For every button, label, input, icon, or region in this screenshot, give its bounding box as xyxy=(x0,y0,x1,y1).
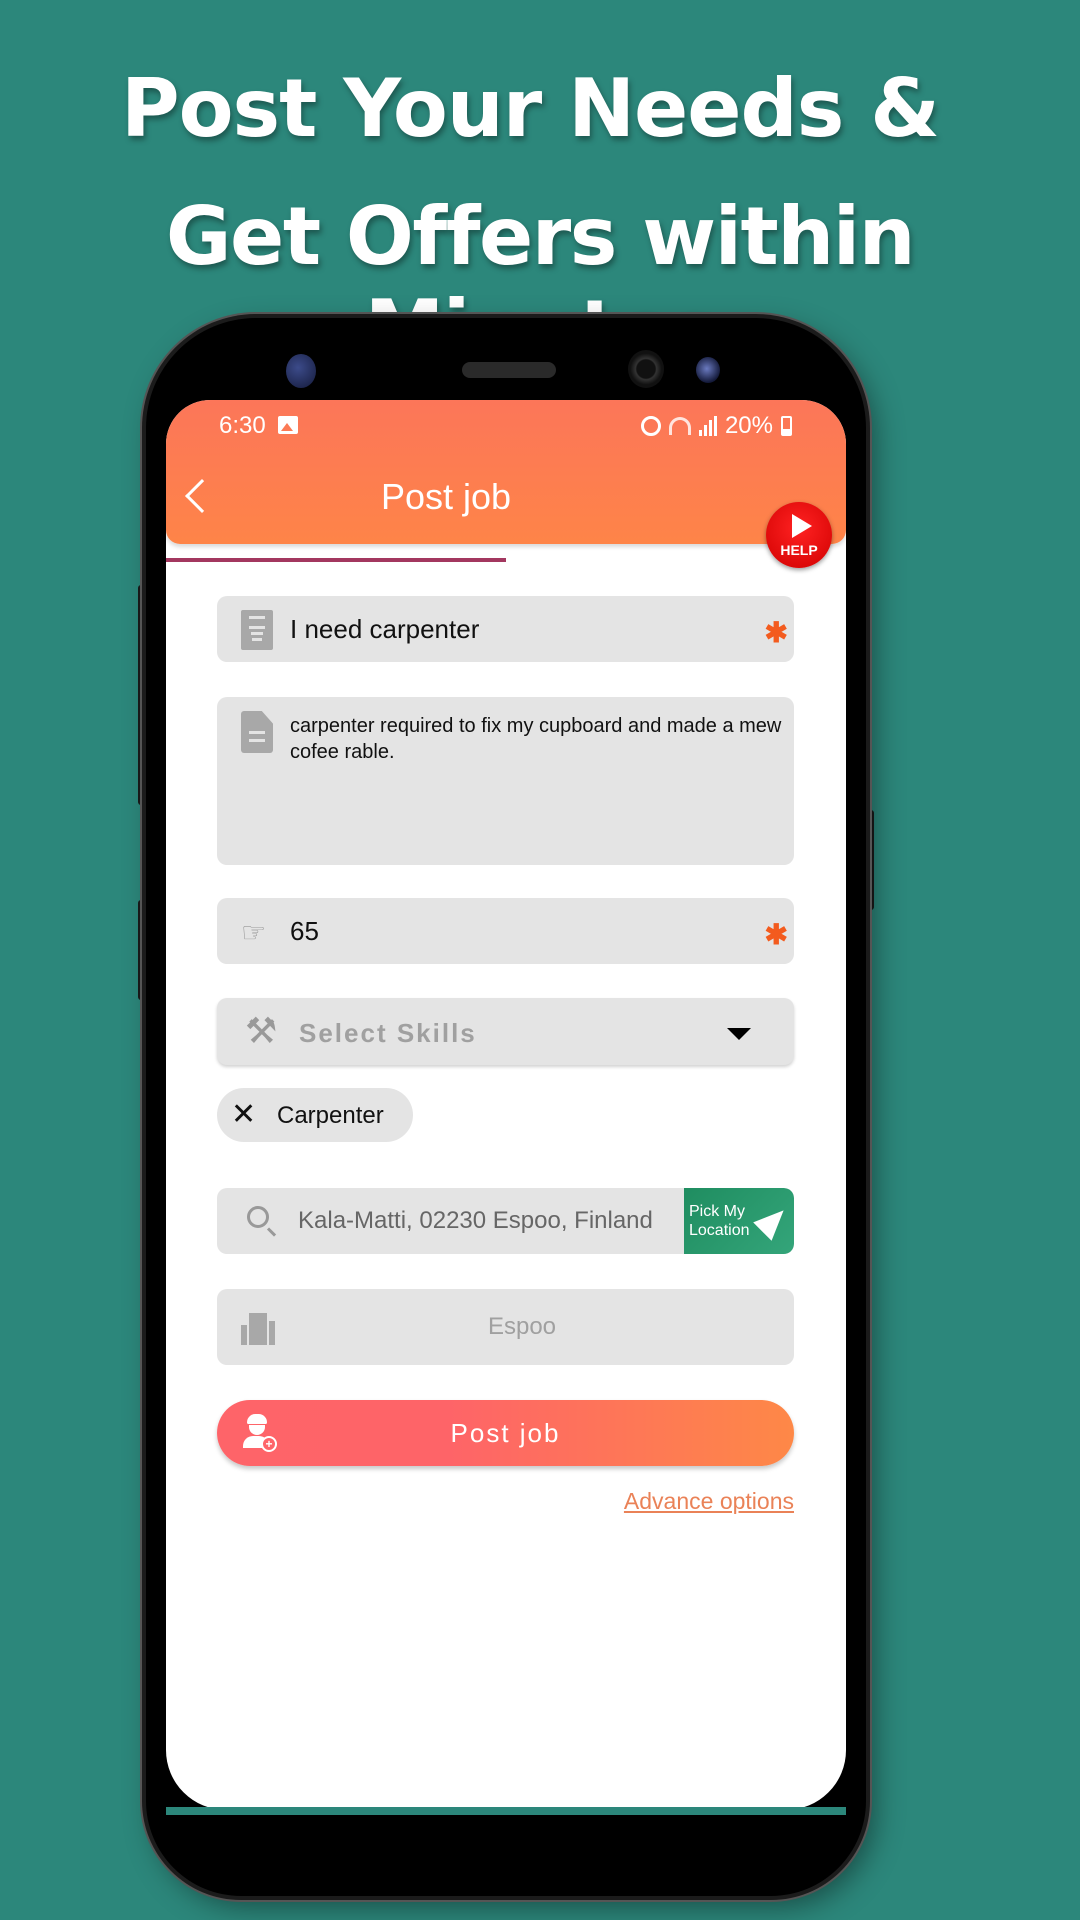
search-icon xyxy=(247,1206,269,1228)
city-field[interactable]: Espoo xyxy=(217,1289,794,1365)
proximity-sensor xyxy=(696,357,720,383)
post-job-label: Post job xyxy=(450,1418,561,1448)
job-description-value: carpenter required to fix my cupboard an… xyxy=(290,715,782,763)
city-value: Espoo xyxy=(487,1313,557,1340)
skill-chip-label: Carpenter xyxy=(277,1102,384,1129)
screen-bottom-edge xyxy=(166,1807,846,1815)
iris-sensor xyxy=(286,354,316,388)
play-icon xyxy=(792,514,812,538)
skills-dropdown[interactable]: ⚒ Select Skills xyxy=(217,998,794,1065)
status-bar: 6:30 20% xyxy=(166,412,846,442)
euro-hand-icon: ☞ xyxy=(241,917,267,948)
page-title: Post job xyxy=(380,476,512,517)
battery-icon xyxy=(781,416,792,436)
earpiece-speaker xyxy=(462,362,556,378)
job-description-textarea[interactable]: carpenter required to fix my cupboard an… xyxy=(217,697,794,865)
skill-chip: ✕ Carpenter xyxy=(217,1088,413,1142)
job-title-value: I need carpenter xyxy=(290,614,480,644)
pick-location-label: Pick My Location xyxy=(689,1202,750,1240)
document-icon xyxy=(241,711,273,753)
location-search-input[interactable]: Kala-Matti, 02230 Espoo, Finland Pick My… xyxy=(217,1188,794,1254)
app-bar: 6:30 20% Post job xyxy=(166,400,846,544)
phone-screen: 6:30 20% Post job HELP I need carpenter … xyxy=(166,400,846,1810)
wifi-icon xyxy=(668,417,691,435)
phone-volume-button xyxy=(138,585,144,805)
location-value: Kala-Matti, 02230 Espoo, Finland xyxy=(298,1207,653,1234)
signal-icon xyxy=(698,416,717,436)
skills-placeholder: Select Skills xyxy=(299,1018,477,1048)
tools-icon: ⚒ xyxy=(245,1010,278,1051)
status-time: 6:30 xyxy=(219,412,266,439)
required-mark: ✱ xyxy=(764,919,788,950)
advance-options-link[interactable]: Advance options xyxy=(624,1488,794,1515)
phone-power-button xyxy=(868,810,874,910)
navigation-arrow-icon xyxy=(753,1201,793,1241)
budget-value: 65 xyxy=(290,916,319,946)
alarm-icon xyxy=(640,416,661,436)
image-icon xyxy=(278,416,298,434)
help-video-button[interactable]: HELP xyxy=(766,502,832,568)
promo-headline-line1: Post Your Needs & xyxy=(120,62,940,155)
job-title-input[interactable]: I need carpenter ✱ xyxy=(217,596,794,662)
front-camera xyxy=(628,350,664,388)
post-job-button[interactable]: + Post job xyxy=(217,1400,794,1466)
phone-bixby-button xyxy=(138,900,144,1000)
progress-fill xyxy=(166,558,506,562)
caret-down-icon xyxy=(727,1028,751,1040)
required-mark: ✱ xyxy=(764,617,788,648)
pick-location-line2: Location xyxy=(689,1222,750,1239)
remove-skill-icon[interactable]: ✕ xyxy=(231,1097,256,1132)
pick-location-line1: Pick My xyxy=(689,1203,745,1220)
pick-my-location-button[interactable]: Pick My Location xyxy=(684,1188,794,1254)
battery-percent: 20% xyxy=(724,412,773,439)
budget-input[interactable]: ☞ 65 ✱ xyxy=(217,898,794,964)
notes-icon xyxy=(241,610,273,650)
help-label: HELP xyxy=(780,542,818,558)
form-progress xyxy=(166,558,846,562)
